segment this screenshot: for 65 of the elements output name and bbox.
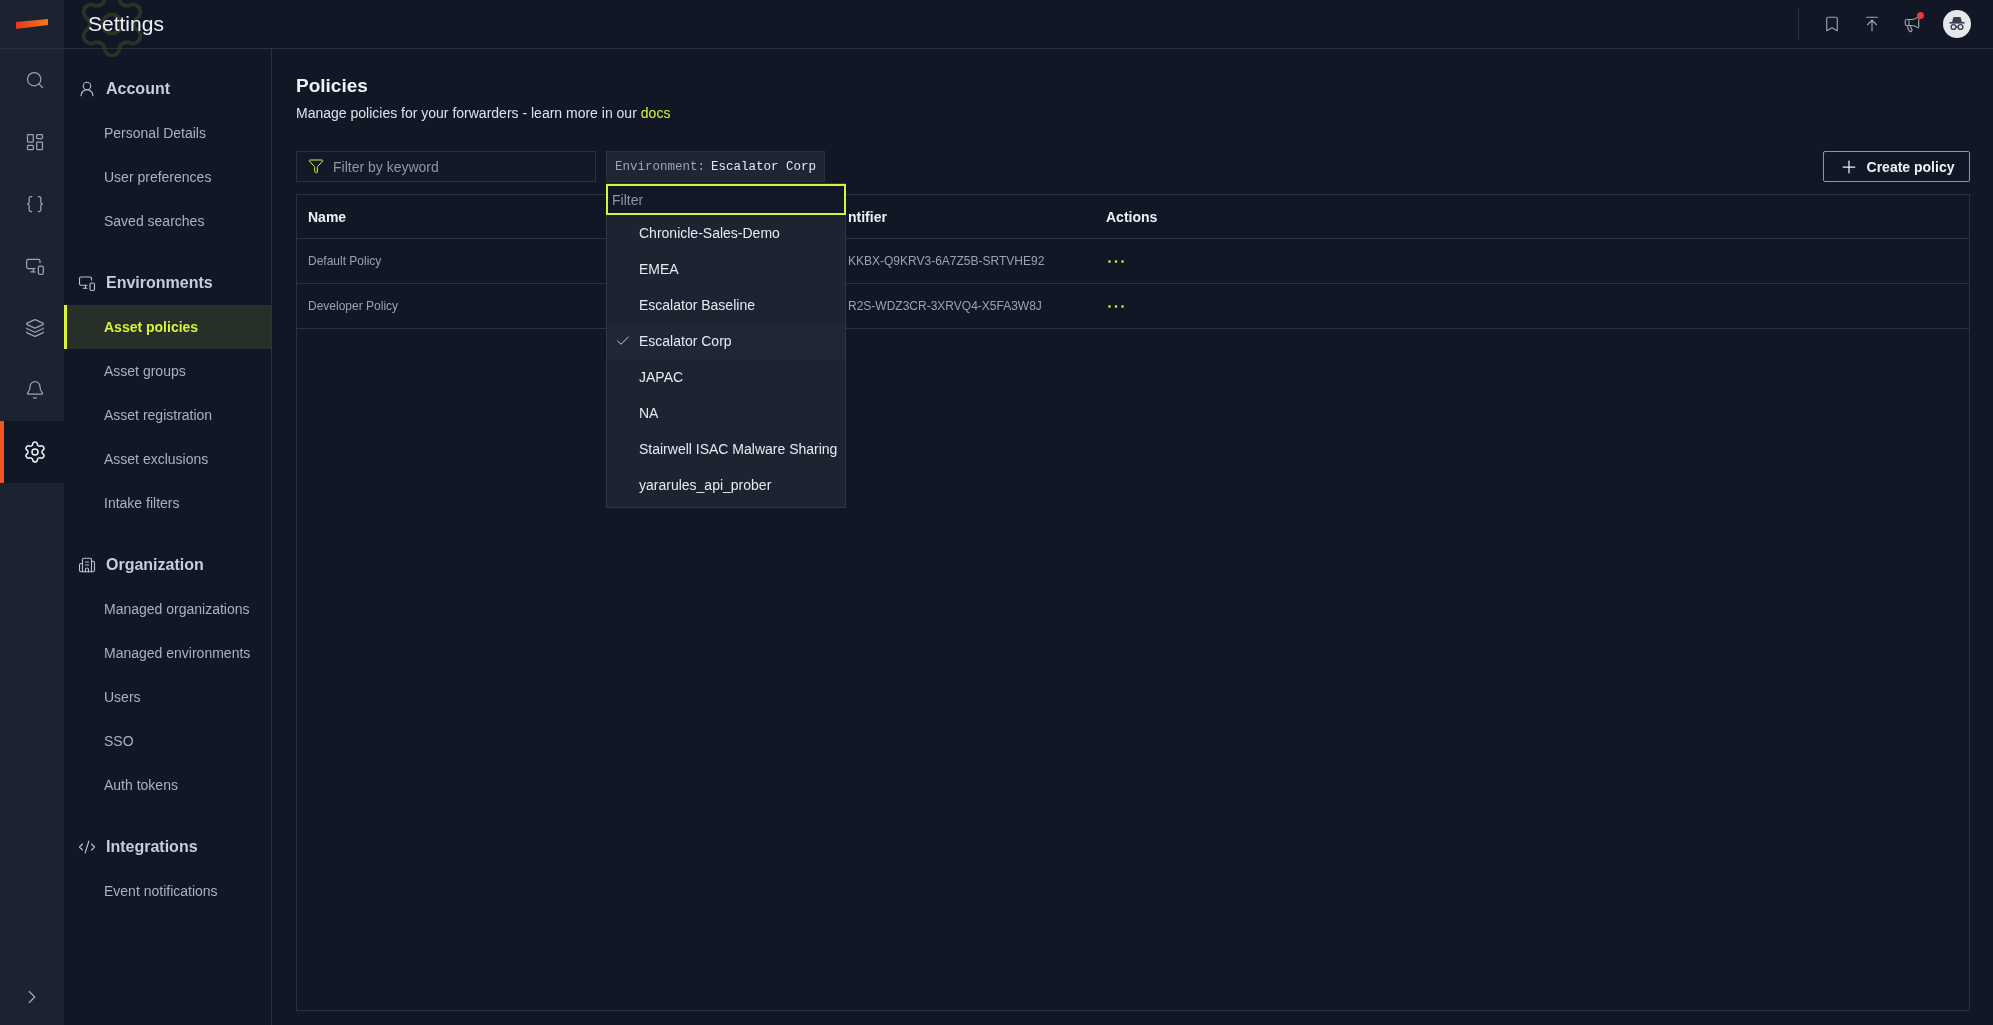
braces-icon	[25, 194, 45, 214]
code-icon	[78, 838, 96, 856]
dropdown-option[interactable]: Chronicle-Sales-Demo	[607, 215, 845, 251]
section-title: Integrations	[106, 838, 198, 856]
rail-button[interactable]	[0, 421, 64, 483]
section-title: Environments	[106, 274, 213, 292]
avatar-icon	[1943, 10, 1971, 38]
avatar-button[interactable]	[1943, 10, 1971, 38]
sidebar-item[interactable]: Users	[64, 675, 271, 719]
bookmark-button[interactable]	[1823, 15, 1841, 33]
filter-field[interactable]: Filter by keyword	[296, 151, 596, 182]
sidebar-item[interactable]: Managed environments	[64, 631, 271, 675]
sidebar-item[interactable]: Saved searches	[64, 199, 271, 243]
devices-icon	[25, 256, 45, 276]
megaphone-button[interactable]	[1903, 15, 1921, 33]
table-cell-text: KKBX-Q9KRV3-6A7Z5B-SRTVHE92	[847, 254, 1046, 268]
sidebar-item[interactable]: Managed organizations	[64, 587, 271, 631]
settings-icon	[23, 440, 47, 464]
sidebar-item[interactable]: SSO	[64, 719, 271, 763]
upload-icon	[1863, 15, 1881, 33]
dashboard-icon	[25, 132, 45, 152]
docs-link[interactable]: docs	[640, 105, 671, 121]
dropdown-option[interactable]: yararules_api_prober	[607, 467, 845, 503]
more-icon	[1108, 304, 1124, 308]
dropdown-option[interactable]: Escalator Baseline	[607, 287, 845, 323]
logo	[16, 19, 48, 29]
column-header: ntifier	[847, 208, 888, 225]
sidebar-item[interactable]: User preferences	[64, 155, 271, 199]
dropdown-option[interactable]: JAPAC	[607, 359, 845, 395]
more-icon	[1108, 259, 1124, 263]
sidebar-item[interactable]: Auth tokens	[64, 763, 271, 807]
filter-icon	[308, 158, 324, 174]
section-title: Account	[106, 80, 170, 98]
column-header: Actions	[1105, 208, 1159, 225]
table-cell: Developer Policy	[308, 299, 399, 313]
app-title: Settings	[88, 12, 164, 36]
page-description: Manage policies for your forwarders - learn more in our docs	[296, 105, 672, 121]
table-cell-text: R2S-WDZ3CR-3XRVQ4-X5FA3W8J	[847, 299, 1043, 313]
sidebar-item[interactable]: Asset exclusions	[64, 437, 271, 481]
sidebar-item[interactable]: Intake filters	[64, 481, 271, 525]
section-title: Organization	[106, 556, 204, 574]
devices-icon	[78, 274, 96, 292]
upload-button[interactable]	[1863, 15, 1881, 33]
user-icon	[78, 80, 96, 98]
sidebar-item[interactable]: Event notifications	[64, 869, 271, 913]
environment-selector[interactable]: Environment: Escalator Corp	[606, 151, 826, 182]
page-title: Policies	[296, 75, 369, 97]
dropdown-option[interactable]: Stairwell ISAC Malware Sharing	[607, 431, 845, 467]
sidebar-item[interactable]: Asset registration	[64, 393, 271, 437]
bell-icon	[25, 380, 45, 400]
table-cell: Default Policy	[308, 254, 382, 268]
dropdown-option[interactable]: NA	[607, 395, 845, 431]
dropdown-filter-field[interactable]: Filter	[606, 184, 846, 215]
dropdown-option[interactable]: EMEA	[607, 251, 845, 287]
sidebar-item[interactable]: Personal Details	[64, 111, 271, 155]
layers-icon	[25, 318, 45, 338]
sidebar-item[interactable]: Asset groups	[64, 349, 271, 393]
column-header: Name	[307, 208, 348, 225]
megaphone-icon	[1903, 15, 1921, 33]
building-icon	[78, 556, 96, 574]
sidebar-item[interactable]: Asset policies	[64, 305, 271, 349]
search-icon	[25, 70, 45, 90]
dropdown-option[interactable]: Escalator Corp	[607, 323, 845, 359]
create-policy-button[interactable]: Create policy	[1823, 151, 1970, 182]
bookmark-icon	[1823, 15, 1841, 33]
